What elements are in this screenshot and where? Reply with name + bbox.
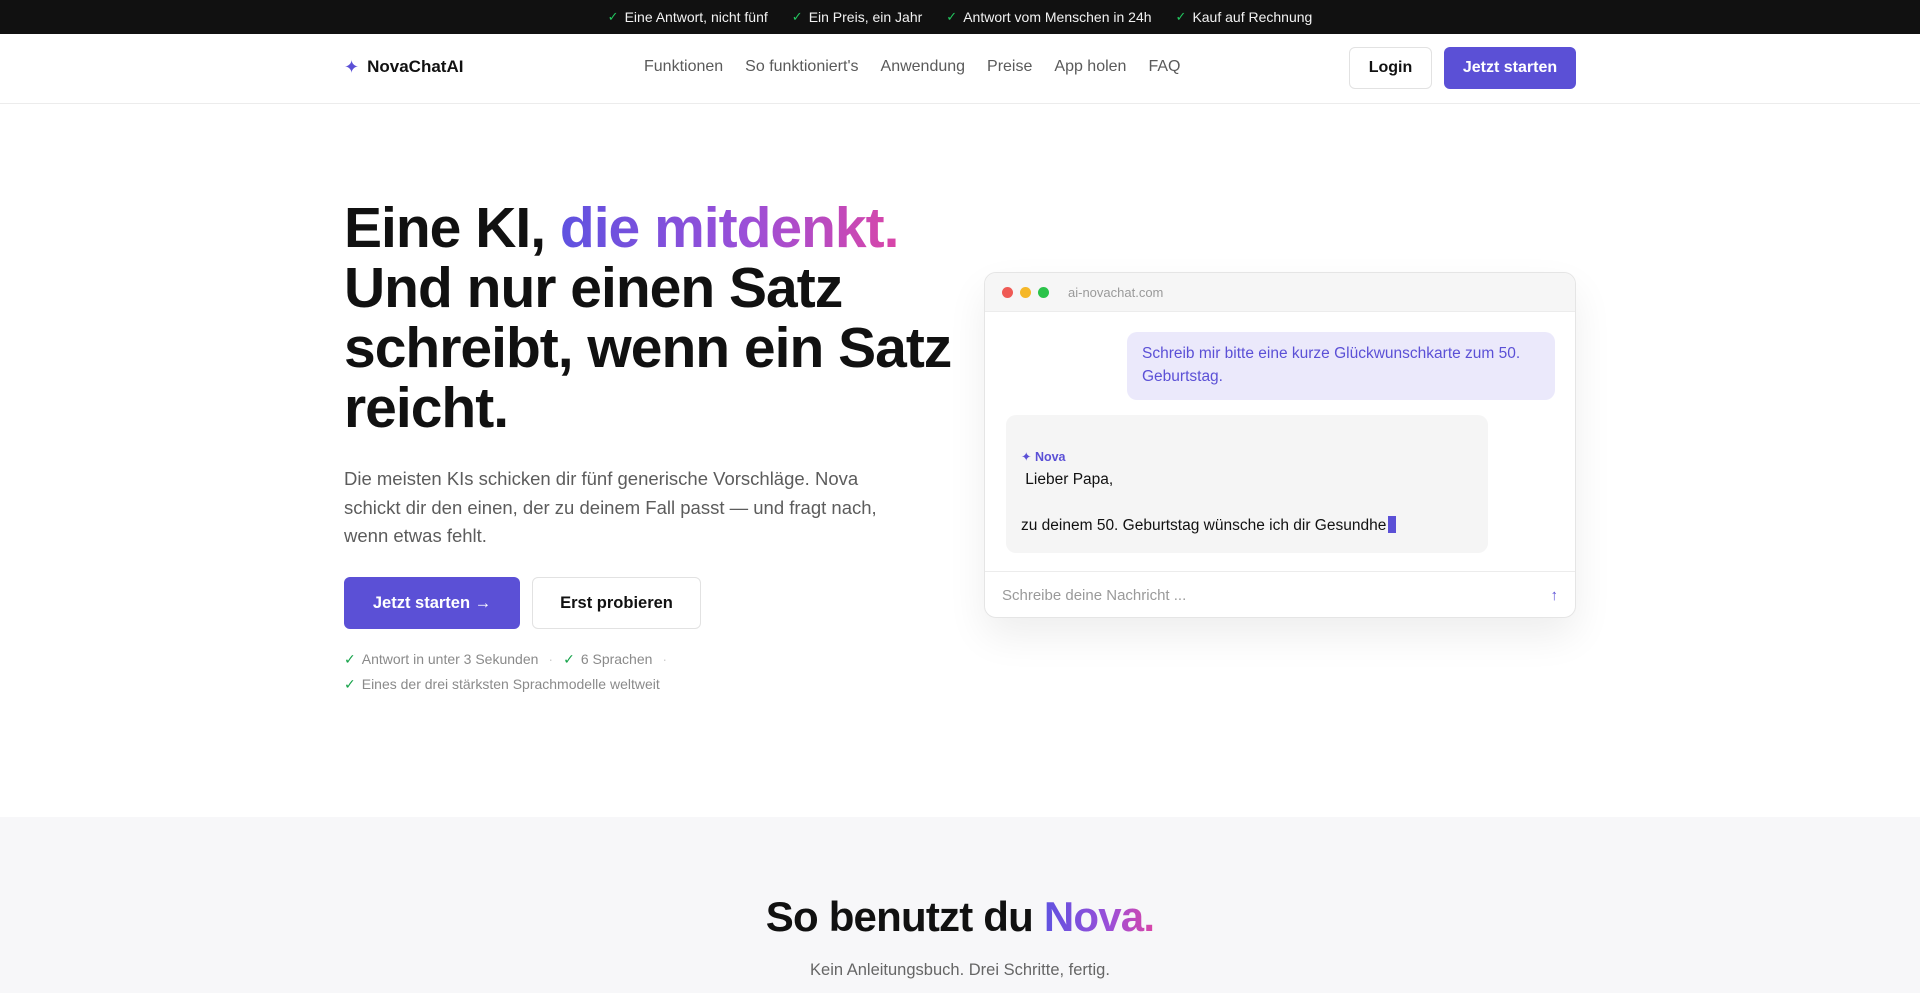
check-icon: ✓ <box>791 9 803 24</box>
hero-title-part1: Eine KI, <box>344 196 560 260</box>
nav-link-preise[interactable]: Preise <box>987 58 1032 76</box>
announcement-item: ✓ Eine Antwort, nicht fünf <box>608 9 768 25</box>
announcement-text: Antwort vom Menschen in 24h <box>963 9 1152 25</box>
main-nav: Funktionen So funktioniert's Anwendung P… <box>644 58 1180 76</box>
section-title-part1: So benutzt du <box>765 893 1044 940</box>
bot-message-spacer <box>1021 491 1473 514</box>
header-start-button[interactable]: Jetzt starten <box>1444 47 1576 89</box>
chat-demo-window: ai-novachat.com Schreib mir bitte eine k… <box>984 272 1576 618</box>
separator: · <box>548 651 554 667</box>
section-title: So benutzt du Nova. <box>0 893 1920 941</box>
feature-text: Antwort in unter 3 Sekunden <box>361 651 539 667</box>
feature-item: ✓ Eines der drei stärksten Sprachmodelle… <box>344 672 660 697</box>
bot-name: ✦ Nova <box>1021 450 1066 464</box>
nav-link-app-holen[interactable]: App holen <box>1054 58 1126 76</box>
window-url: ai-novachat.com <box>1068 284 1164 300</box>
login-button[interactable]: Login <box>1349 47 1432 89</box>
hero-title: Eine KI, die mitdenkt. Und nur einen Sat… <box>344 198 964 438</box>
maximize-dot-icon <box>1038 286 1049 298</box>
check-icon: ✓ <box>563 651 575 667</box>
check-icon: ✓ <box>344 651 356 667</box>
user-message: Schreib mir bitte eine kurze Glückwunsch… <box>1127 332 1555 400</box>
announcement-bar: ✓ Eine Antwort, nicht fünf ✓ Ein Preis, … <box>0 0 1920 34</box>
announcement-item: ✓ Kauf auf Rechnung <box>1176 9 1313 25</box>
nav-link-anwendung[interactable]: Anwendung <box>881 58 966 76</box>
nav-link-funktionen[interactable]: Funktionen <box>644 58 723 76</box>
check-icon: ✓ <box>607 9 619 24</box>
check-icon: ✓ <box>1175 9 1187 24</box>
close-dot-icon <box>1002 286 1013 298</box>
feature-list: ✓ Antwort in unter 3 Sekunden · ✓ 6 Spra… <box>344 647 667 697</box>
section-subtitle: Kein Anleitungsbuch. Drei Schritte, fert… <box>810 961 1110 979</box>
nav-link-faq[interactable]: FAQ <box>1148 58 1180 76</box>
hero-title-highlight: die mitdenkt. <box>559 196 900 260</box>
section-title-highlight: Nova. <box>1043 893 1155 940</box>
feature-text: Eines der drei stärksten Sprachmodelle w… <box>361 676 660 692</box>
separator: · <box>662 651 668 667</box>
feature-row: ✓ Eines der drei stärksten Sprachmodelle… <box>344 672 667 697</box>
check-icon: ✓ <box>946 9 958 24</box>
announcement-item: ✓ Antwort vom Menschen in 24h <box>946 9 1151 25</box>
feature-item: ✓ 6 Sprachen <box>563 647 652 672</box>
hero-start-button[interactable]: Jetzt starten → <box>344 577 520 629</box>
announcement-text: Kauf auf Rechnung <box>1192 9 1313 25</box>
hero-subtitle: Die meisten KIs schicken dir fünf generi… <box>344 468 877 546</box>
check-icon: ✓ <box>344 676 356 692</box>
site-header: ✦ NovaChatAI Funktionen So funktioniert'… <box>0 34 1920 104</box>
how-it-works-section: So benutzt du Nova. Kein Anleitungsbuch.… <box>0 817 1920 993</box>
window-titlebar: ai-novachat.com <box>985 273 1575 312</box>
logo-text: NovaChatAI <box>367 57 464 76</box>
logo[interactable]: ✦ NovaChatAI <box>344 57 463 77</box>
bot-message-typing-text: zu deinem 50. Geburtstag wünsche ich dir… <box>1021 517 1387 534</box>
announcement-item: ✓ Ein Preis, ein Jahr <box>792 9 923 25</box>
bot-message-line: Lieber Papa, <box>1021 471 1114 488</box>
announcement-text: Ein Preis, ein Jahr <box>808 9 923 25</box>
feature-text: 6 Sprachen <box>580 651 653 667</box>
sparkle-icon: ✦ <box>344 57 360 77</box>
feature-row: ✓ Antwort in unter 3 Sekunden · ✓ 6 Spra… <box>344 647 667 672</box>
minimize-dot-icon <box>1020 286 1031 298</box>
bot-message: ✦ Nova Lieber Papa, zu deinem 50. Geburt… <box>1006 415 1488 553</box>
chat-message-input[interactable] <box>1002 586 1551 604</box>
bot-message-line: zu deinem 50. Geburtstag wünsche ich dir… <box>1021 514 1473 537</box>
send-arrow-icon[interactable]: ↑ <box>1551 587 1559 604</box>
try-first-button[interactable]: Erst probieren <box>532 577 701 629</box>
hero-title-part2: Und nur einen Satz schreibt, wenn ein Sa… <box>344 256 952 440</box>
bot-message-text: Lieber Papa, zu deinem 50. Geburtstag wü… <box>1021 468 1473 537</box>
announcement-text: Eine Antwort, nicht fünf <box>624 9 768 25</box>
feature-item: ✓ Antwort in unter 3 Sekunden <box>344 647 538 672</box>
nav-link-so-funktionierts[interactable]: So funktioniert's <box>745 58 858 76</box>
chat-input-bar: ↑ <box>985 571 1575 617</box>
typing-cursor <box>1388 516 1397 533</box>
